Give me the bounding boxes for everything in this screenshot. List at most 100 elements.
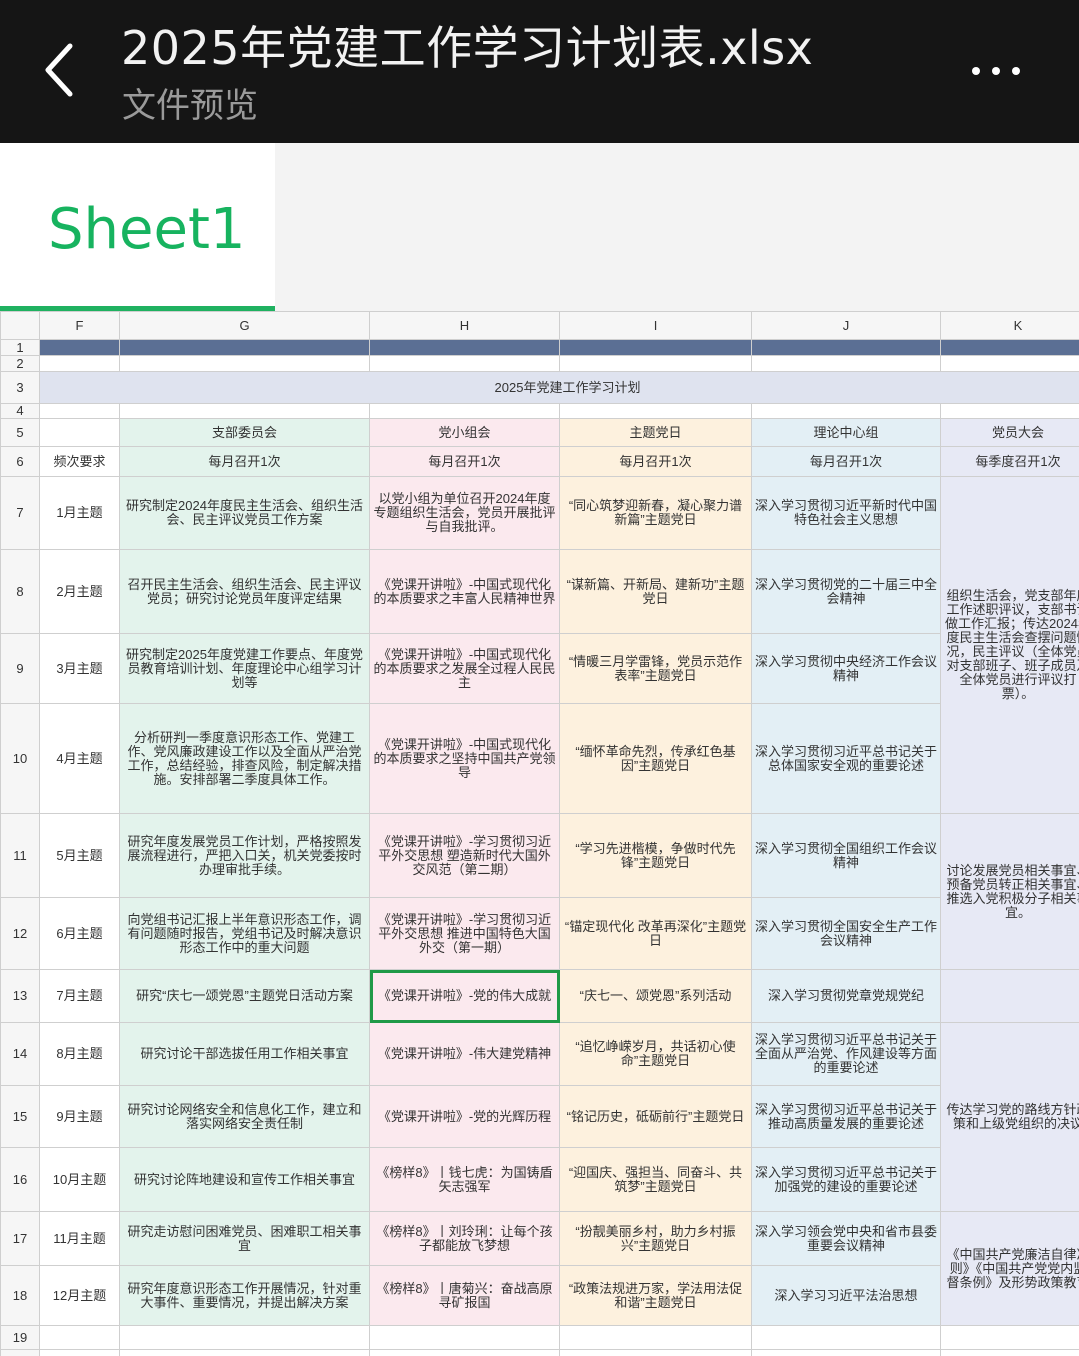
theory-group-topic-cell[interactable]: 深入学习贯彻习近平总书记关于加强党的建设的重要论述 — [751, 1147, 941, 1212]
month-cell[interactable]: 2月主题 — [39, 549, 120, 634]
assembly-topic-cell[interactable]: 讨论发展党员相关事宜、预备党员转正相关事宜、推选入党积极分子相关事宜。 — [940, 813, 1079, 970]
frequency-cell[interactable]: 每月召开1次 — [369, 446, 560, 477]
row-header[interactable]: 12 — [0, 897, 40, 970]
selected-cell[interactable]: 《党课开讲啦》-党的伟大成就 — [369, 969, 560, 1023]
group-topic-cell[interactable]: 《榜样8》丨唐菊兴：奋战高原 寻矿报国 — [369, 1265, 560, 1326]
theory-group-topic-cell[interactable]: 深入学习贯彻党章党规党纪 — [751, 969, 941, 1023]
committee-topic-cell[interactable]: 研究制定2024年度民主生活会、组织生活会、民主评议党员工作方案 — [119, 476, 370, 550]
header-band[interactable] — [559, 339, 752, 356]
month-cell[interactable]: 6月主题 — [39, 897, 120, 970]
row-header[interactable]: 18 — [0, 1265, 40, 1326]
party-day-topic-cell[interactable]: “学习先进楷模，争做时代先锋”主题党日 — [559, 813, 752, 898]
cell[interactable] — [559, 355, 752, 372]
assembly-topic-cell[interactable]: 《中国共产党廉洁自律准则》《中国共产党党内监督条例》及形势政策教育 — [940, 1211, 1079, 1326]
committee-topic-cell[interactable]: 研究讨论网络安全和信息化工作，建立和落实网络安全责任制 — [119, 1085, 370, 1148]
cell[interactable] — [369, 1325, 560, 1350]
cell[interactable] — [940, 403, 1079, 419]
committee-topic-cell[interactable]: 研究走访慰问困难党员、困难职工相关事宜 — [119, 1211, 370, 1266]
theory-group-topic-cell[interactable]: 深入学习贯彻习近平总书记关于推动高质量发展的重要论述 — [751, 1085, 941, 1148]
committee-topic-cell[interactable]: 研究讨论阵地建设和宣传工作相关事宜 — [119, 1147, 370, 1212]
committee-topic-cell[interactable]: 向党组书记汇报上半年意识形态工作，调有问题随时报告，党组书记及时解决意识形态工作… — [119, 897, 370, 970]
cell[interactable] — [119, 355, 370, 372]
category-cell[interactable]: 支部委员会 — [119, 418, 370, 447]
month-cell[interactable]: 1月主题 — [39, 476, 120, 550]
group-topic-cell[interactable]: 《党课开讲啦》-伟大建党精神 — [369, 1022, 560, 1086]
header-band[interactable] — [751, 339, 941, 356]
group-topic-cell[interactable]: 《党课开讲啦》-学习贯彻习近平外交思想 推进中国特色大国外交（第一期） — [369, 897, 560, 970]
cell[interactable] — [119, 403, 370, 419]
cell[interactable] — [369, 403, 560, 419]
row-header[interactable]: 20 — [0, 1349, 40, 1356]
group-topic-cell[interactable]: 《党课开讲啦》-中国式现代化的本质要求之丰富人民精神世界 — [369, 549, 560, 634]
theory-group-topic-cell[interactable]: 深入学习贯彻全国组织工作会议精神 — [751, 813, 941, 898]
spreadsheet-grid[interactable]: F G H I J K 1 2 3 2025年党建工作学习计划 4 5 支部委员… — [0, 311, 1079, 1356]
month-cell[interactable]: 11月主题 — [39, 1211, 120, 1266]
row-header[interactable]: 13 — [0, 969, 40, 1023]
category-cell[interactable]: 理论中心组 — [751, 418, 941, 447]
group-topic-cell[interactable]: 《榜样8》丨刘玲琍：让每个孩子都能放飞梦想 — [369, 1211, 560, 1266]
theory-group-topic-cell[interactable]: 深入学习领会党中央和省市县委重要会议精神 — [751, 1211, 941, 1266]
party-day-topic-cell[interactable]: “情暖三月学雷锋，党员示范作表率”主题党日 — [559, 633, 752, 704]
row-header[interactable]: 11 — [0, 813, 40, 898]
party-day-topic-cell[interactable]: “庆七一、颂党恩”系列活动 — [559, 969, 752, 1023]
month-cell[interactable]: 12月主题 — [39, 1265, 120, 1326]
row-header[interactable]: 15 — [0, 1085, 40, 1148]
row-header[interactable]: 14 — [0, 1022, 40, 1086]
cell[interactable] — [751, 355, 941, 372]
cell[interactable] — [751, 1325, 941, 1350]
committee-topic-cell[interactable]: 研究年度意识形态工作开展情况，针对重大事件、重要情况，并提出解决方案 — [119, 1265, 370, 1326]
theory-group-topic-cell[interactable]: 深入学习贯彻中央经济工作会议精神 — [751, 633, 941, 704]
tab-sheet1[interactable]: Sheet1 — [0, 143, 275, 311]
month-cell[interactable]: 10月主题 — [39, 1147, 120, 1212]
column-header[interactable]: H — [369, 311, 560, 340]
party-day-topic-cell[interactable]: “政策法规进万家，学法用法促和谐”主题党日 — [559, 1265, 752, 1326]
cell[interactable] — [39, 1325, 120, 1350]
month-cell[interactable]: 9月主题 — [39, 1085, 120, 1148]
cell[interactable] — [119, 1325, 370, 1350]
category-cell[interactable]: 党员大会 — [940, 418, 1079, 447]
committee-topic-cell[interactable]: 研究制定2025年度党建工作要点、年度党员教育培训计划、年度理论中心组学习计划等 — [119, 633, 370, 704]
theory-group-topic-cell[interactable]: 深入学习贯彻全国安全生产工作会议精神 — [751, 897, 941, 970]
group-topic-cell[interactable]: 以党小组为单位召开2024年度专题组织生活会，党员开展批评与自我批评。 — [369, 476, 560, 550]
header-band[interactable] — [119, 339, 370, 356]
theory-group-topic-cell[interactable]: 深入学习贯彻习近平新时代中国特色社会主义思想 — [751, 476, 941, 550]
group-topic-cell[interactable]: 《党课开讲啦》-中国式现代化的本质要求之发展全过程人民民主 — [369, 633, 560, 704]
column-header[interactable]: G — [119, 311, 370, 340]
category-cell[interactable]: 主题党日 — [559, 418, 752, 447]
column-header[interactable]: K — [940, 311, 1079, 340]
party-day-topic-cell[interactable]: “缅怀革命先烈，传承红色基因”主题党日 — [559, 703, 752, 814]
month-cell[interactable]: 8月主题 — [39, 1022, 120, 1086]
row-header[interactable]: 10 — [0, 703, 40, 814]
group-topic-cell[interactable]: 《榜样8》丨钱七虎：为国铸盾 矢志强军 — [369, 1147, 560, 1212]
month-cell[interactable]: 7月主题 — [39, 969, 120, 1023]
group-topic-cell[interactable]: 《党课开讲啦》-中国式现代化的本质要求之坚持中国共产党领导 — [369, 703, 560, 814]
frequency-cell[interactable]: 每季度召开1次 — [940, 446, 1079, 477]
cell[interactable] — [940, 355, 1079, 372]
row-header[interactable]: 17 — [0, 1211, 40, 1266]
cell[interactable] — [39, 418, 120, 447]
cell[interactable] — [559, 403, 752, 419]
assembly-topic-cell[interactable]: 组织生活会，党支部年度工作述职评议，支部书记做工作汇报；传达2024年度民主生活… — [940, 476, 1079, 814]
row-header[interactable]: 2 — [0, 355, 40, 372]
cell[interactable] — [940, 1325, 1079, 1350]
cell[interactable] — [751, 1349, 941, 1356]
cell[interactable] — [751, 403, 941, 419]
header-band[interactable] — [369, 339, 560, 356]
back-button[interactable] — [28, 30, 92, 110]
group-topic-cell[interactable]: 《党课开讲啦》-学习贯彻习近平外交思想 塑造新时代大国外交风范（第二期） — [369, 813, 560, 898]
cell[interactable] — [39, 355, 120, 372]
column-header[interactable]: F — [39, 311, 120, 340]
theory-group-topic-cell[interactable]: 深入学习贯彻习近平总书记关于总体国家安全观的重要论述 — [751, 703, 941, 814]
theory-group-topic-cell[interactable]: 深入学习贯彻习近平总书记关于全面从严治党、作风建设等方面的重要论述 — [751, 1022, 941, 1086]
header-band[interactable] — [940, 339, 1079, 356]
frequency-label-cell[interactable]: 频次要求 — [39, 446, 120, 477]
party-day-topic-cell[interactable]: “追忆峥嵘岁月，共话初心使命”主题党日 — [559, 1022, 752, 1086]
committee-topic-cell[interactable]: 分析研判一季度意识形态工作、党建工作、党风廉政建设工作以及全面从严治党工作，总结… — [119, 703, 370, 814]
category-cell[interactable]: 党小组会 — [369, 418, 560, 447]
row-header[interactable]: 5 — [0, 418, 40, 447]
header-band[interactable] — [39, 339, 120, 356]
party-day-topic-cell[interactable]: “锚定现代化 改革再深化”主题党日 — [559, 897, 752, 970]
assembly-topic-cell[interactable] — [940, 969, 1079, 1023]
party-day-topic-cell[interactable]: “迎国庆、强担当、同奋斗、共筑梦”主题党日 — [559, 1147, 752, 1212]
row-header[interactable]: 9 — [0, 633, 40, 704]
